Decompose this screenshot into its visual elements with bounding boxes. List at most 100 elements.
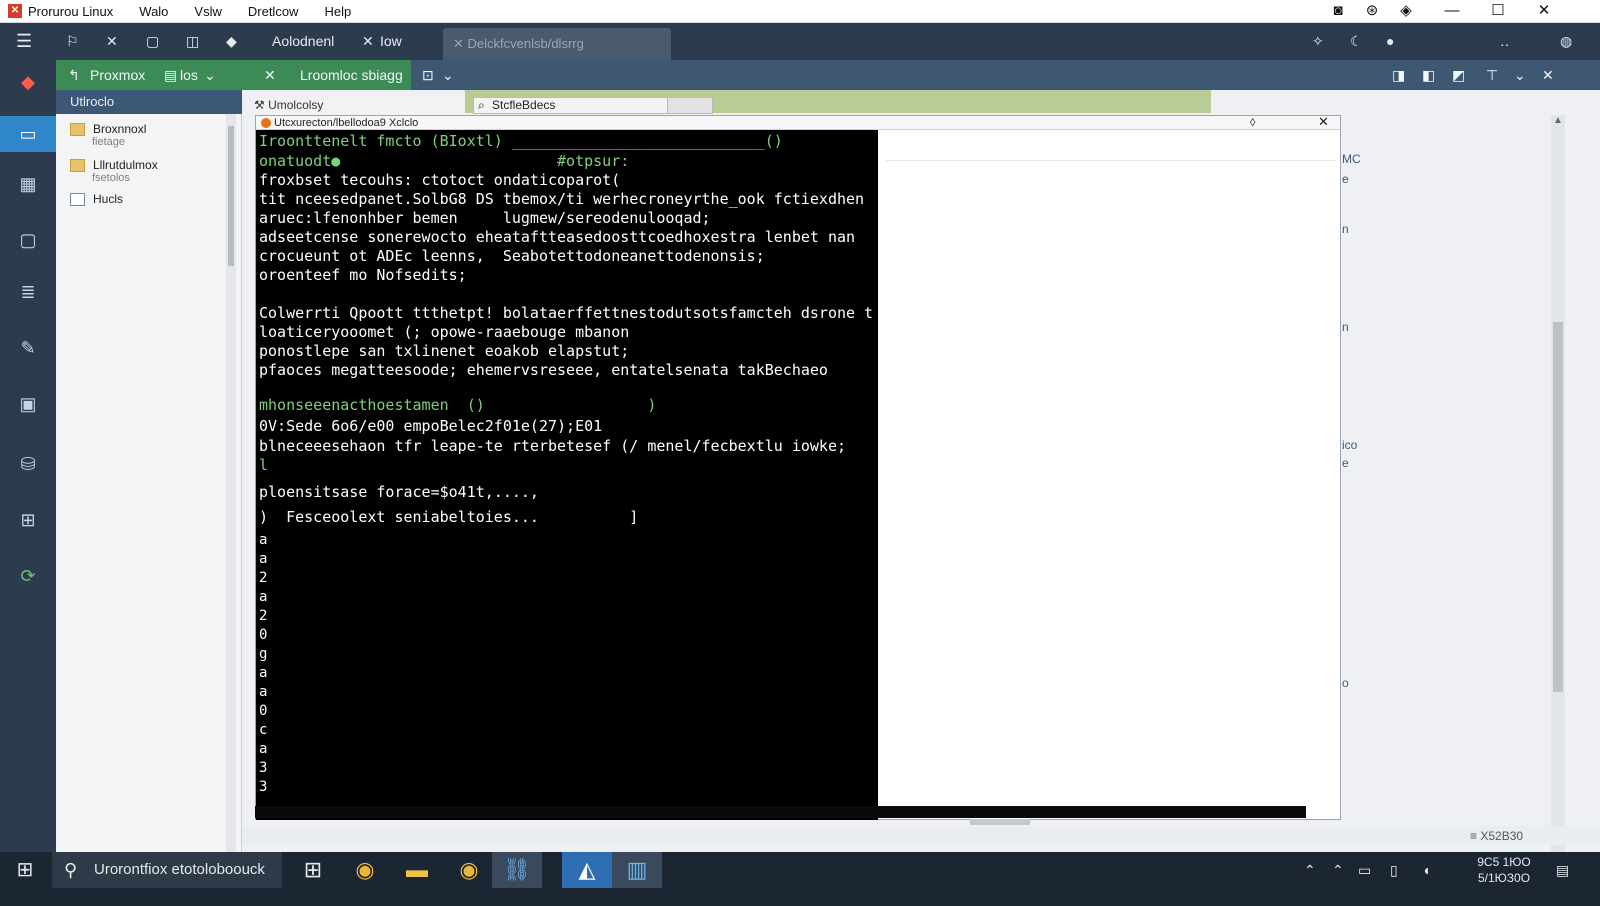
terminal-line-number: 3 (259, 760, 268, 776)
page-scrollbar-thumb[interactable] (1553, 322, 1563, 692)
scroll-up-icon[interactable]: ▲ (1553, 115, 1563, 126)
terminal-line: 0V:Sede 6o6/e00 empoBelec2f01e(27);E01 (259, 417, 603, 435)
terminal-line: ploensitsase forace=$o41t,...., (259, 483, 539, 501)
side-fragment-text: o (1342, 676, 1349, 690)
window-icon[interactable]: ▢ (146, 23, 159, 60)
terminal-line: loaticeryooomet (; opowe-raaebouge mbano… (259, 323, 630, 341)
speaker-icon[interactable]: ◖ (1422, 852, 1430, 888)
globe-icon[interactable]: ● (1386, 23, 1394, 60)
tab-aolodnenl[interactable]: Aolodnenl (272, 23, 334, 60)
menu-item-help[interactable]: Help (324, 4, 351, 19)
console-app-icon (261, 118, 271, 128)
network-icon[interactable]: ⌃ (1332, 852, 1344, 888)
horizontal-scrollbar-thumb[interactable] (970, 819, 1030, 825)
proxmox-link[interactable]: Proxmox (90, 60, 145, 90)
close-button[interactable]: ✕ (1524, 0, 1564, 23)
chrome-icon[interactable]: ◉ (444, 852, 494, 888)
settings-icon[interactable]: ⊤ (1486, 60, 1498, 90)
chrome-icon[interactable]: ◉ (340, 852, 390, 888)
tree-scrollbar-thumb[interactable] (228, 126, 234, 266)
terminal-line-number: 2 (259, 608, 268, 624)
cast-icon[interactable]: ◈ (1386, 0, 1426, 23)
tab-close-icon[interactable]: ✕ (453, 36, 468, 51)
terminal-line-number: 3 (259, 779, 268, 795)
chevron-down-icon[interactable]: ⌄ (442, 60, 454, 90)
notifications-icon[interactable]: ▤ (1556, 852, 1569, 888)
columns-icon[interactable]: ◫ (186, 23, 199, 60)
database-icon[interactable]: ⛁ (14, 450, 42, 478)
terminal-line-number: a (259, 589, 268, 605)
hamburger-menu-icon[interactable]: ☰ (16, 23, 32, 60)
document-icon[interactable]: ≣ (14, 278, 42, 306)
folder-icon (70, 159, 85, 173)
battery-icon[interactable]: ▯ (1390, 852, 1398, 888)
windows-icon[interactable]: ⊞ (288, 852, 338, 888)
back-icon[interactable]: ↰ (68, 60, 80, 90)
user-avatar[interactable]: ◍ (1560, 23, 1572, 60)
moon-icon[interactable]: ☾ (1350, 23, 1363, 60)
console-close-button[interactable]: ✕ (1318, 115, 1329, 129)
tree-node-broxnnoxl[interactable]: Broxnnoxl fietage (70, 122, 146, 148)
chevron-down-icon[interactable]: ⌄ (204, 60, 216, 90)
dashboard-icon[interactable]: ▭ (0, 116, 56, 152)
refresh-icon[interactable]: ⟳ (14, 562, 42, 590)
window-control-icon[interactable]: ⊡ (422, 60, 434, 90)
terminal-line: pfaoces megatteesoode; ehemervsreseee, e… (259, 361, 828, 379)
tab-active[interactable]: ✕ Delckfcvenlsb/dlsrrg (443, 28, 671, 60)
taskbar-search-input[interactable]: ⚲ Urorontfiox etotoloboouck (52, 852, 282, 888)
network-icon[interactable]: ⊞ (14, 506, 42, 534)
tree-node-sub: fietage (92, 136, 126, 148)
panel-icon[interactable]: ◨ (1392, 60, 1405, 90)
list-icon[interactable]: ▤ (164, 60, 177, 90)
comments-icon[interactable]: ◩ (1452, 60, 1465, 90)
menu-item-dretlcow[interactable]: Dretlcow (248, 4, 299, 19)
terminal-line-number: a (259, 532, 268, 548)
close-icon[interactable]: ✕ (264, 60, 276, 90)
tree-node-hucls[interactable]: Hucls (70, 192, 124, 207)
status-bar: ≡ X52B30 (242, 826, 1600, 845)
minimize-button[interactable]: — (1432, 0, 1472, 23)
panel-tab-label: Umolcolsy (268, 98, 324, 112)
more-options-icon[interactable]: ‥ (1500, 23, 1509, 60)
notepad-icon[interactable]: ▥ (612, 852, 662, 888)
menu-item-view[interactable]: Vslw (194, 4, 221, 19)
divider (886, 160, 1336, 161)
terminal-line: blneceeesehaon tfr leape-te rterbetesef … (259, 437, 846, 455)
close-tab-icon[interactable]: ✕ (106, 23, 118, 60)
close-icon[interactable]: ✕ (1542, 60, 1554, 90)
search-icon: ⚲ (64, 860, 78, 880)
file-explorer-icon[interactable]: ▬ (392, 852, 442, 888)
bookmark-icon[interactable]: ⚐ (66, 23, 79, 60)
pin-icon[interactable]: ◊ (1250, 116, 1255, 130)
terminal-line-number: a (259, 684, 268, 700)
panel-tab[interactable]: ⚒ Umolcolsy (254, 98, 466, 115)
chevron-up-icon[interactable]: ⌃ (1304, 852, 1316, 888)
tag-icon[interactable]: ◆ (226, 23, 237, 60)
remote-desktop-icon[interactable]: ⛓ (492, 852, 542, 888)
proxmox-taskbar-icon[interactable]: ◭ (562, 852, 612, 888)
star-icon[interactable]: ✧ (1312, 23, 1324, 60)
storage-icon[interactable]: ▦ (14, 170, 42, 198)
display-icon[interactable]: ▭ (1358, 852, 1371, 888)
chevron-down-icon[interactable]: ⌄ (1514, 60, 1526, 90)
tab-close-icon[interactable]: ✕ (362, 23, 374, 60)
tab-iow[interactable]: Iow (380, 23, 402, 60)
search-placeholder: StcfleBdecs (492, 98, 556, 112)
monitor-icon[interactable]: ▢ (14, 226, 42, 254)
edit-icon[interactable]: ✎ (14, 334, 42, 362)
terminal-line: ponostlepe san txlinenet eoakob elapstut… (259, 342, 630, 360)
clock[interactable]: 9C5 1ЮO 5/1ЮЗ0O (1468, 852, 1540, 888)
chat-icon[interactable]: ◧ (1422, 60, 1435, 90)
console-titlebar: Utcxurecton/lbellodoa9 Xclclo ◊ ✕ (256, 115, 1340, 130)
maximize-button[interactable]: ☐ (1478, 0, 1518, 23)
ios-link[interactable]: los (180, 60, 198, 90)
terminal-output[interactable]: Iroonttenelt fmcto (BIoxtl) ____________… (256, 130, 878, 820)
calendar-icon[interactable]: ▣ (14, 390, 42, 418)
tree-node-label: Hucls (93, 192, 124, 206)
search-button[interactable] (667, 97, 713, 114)
logo-icon[interactable]: ◆ (14, 68, 42, 96)
start-icon[interactable]: ⊞ (0, 852, 50, 888)
app-title: Prorurou Linux (28, 3, 114, 19)
menu-item-walo[interactable]: Walo (139, 4, 168, 19)
tree-node-lllrutdulmox[interactable]: Lllrutdulmox fsetolos (70, 158, 158, 184)
